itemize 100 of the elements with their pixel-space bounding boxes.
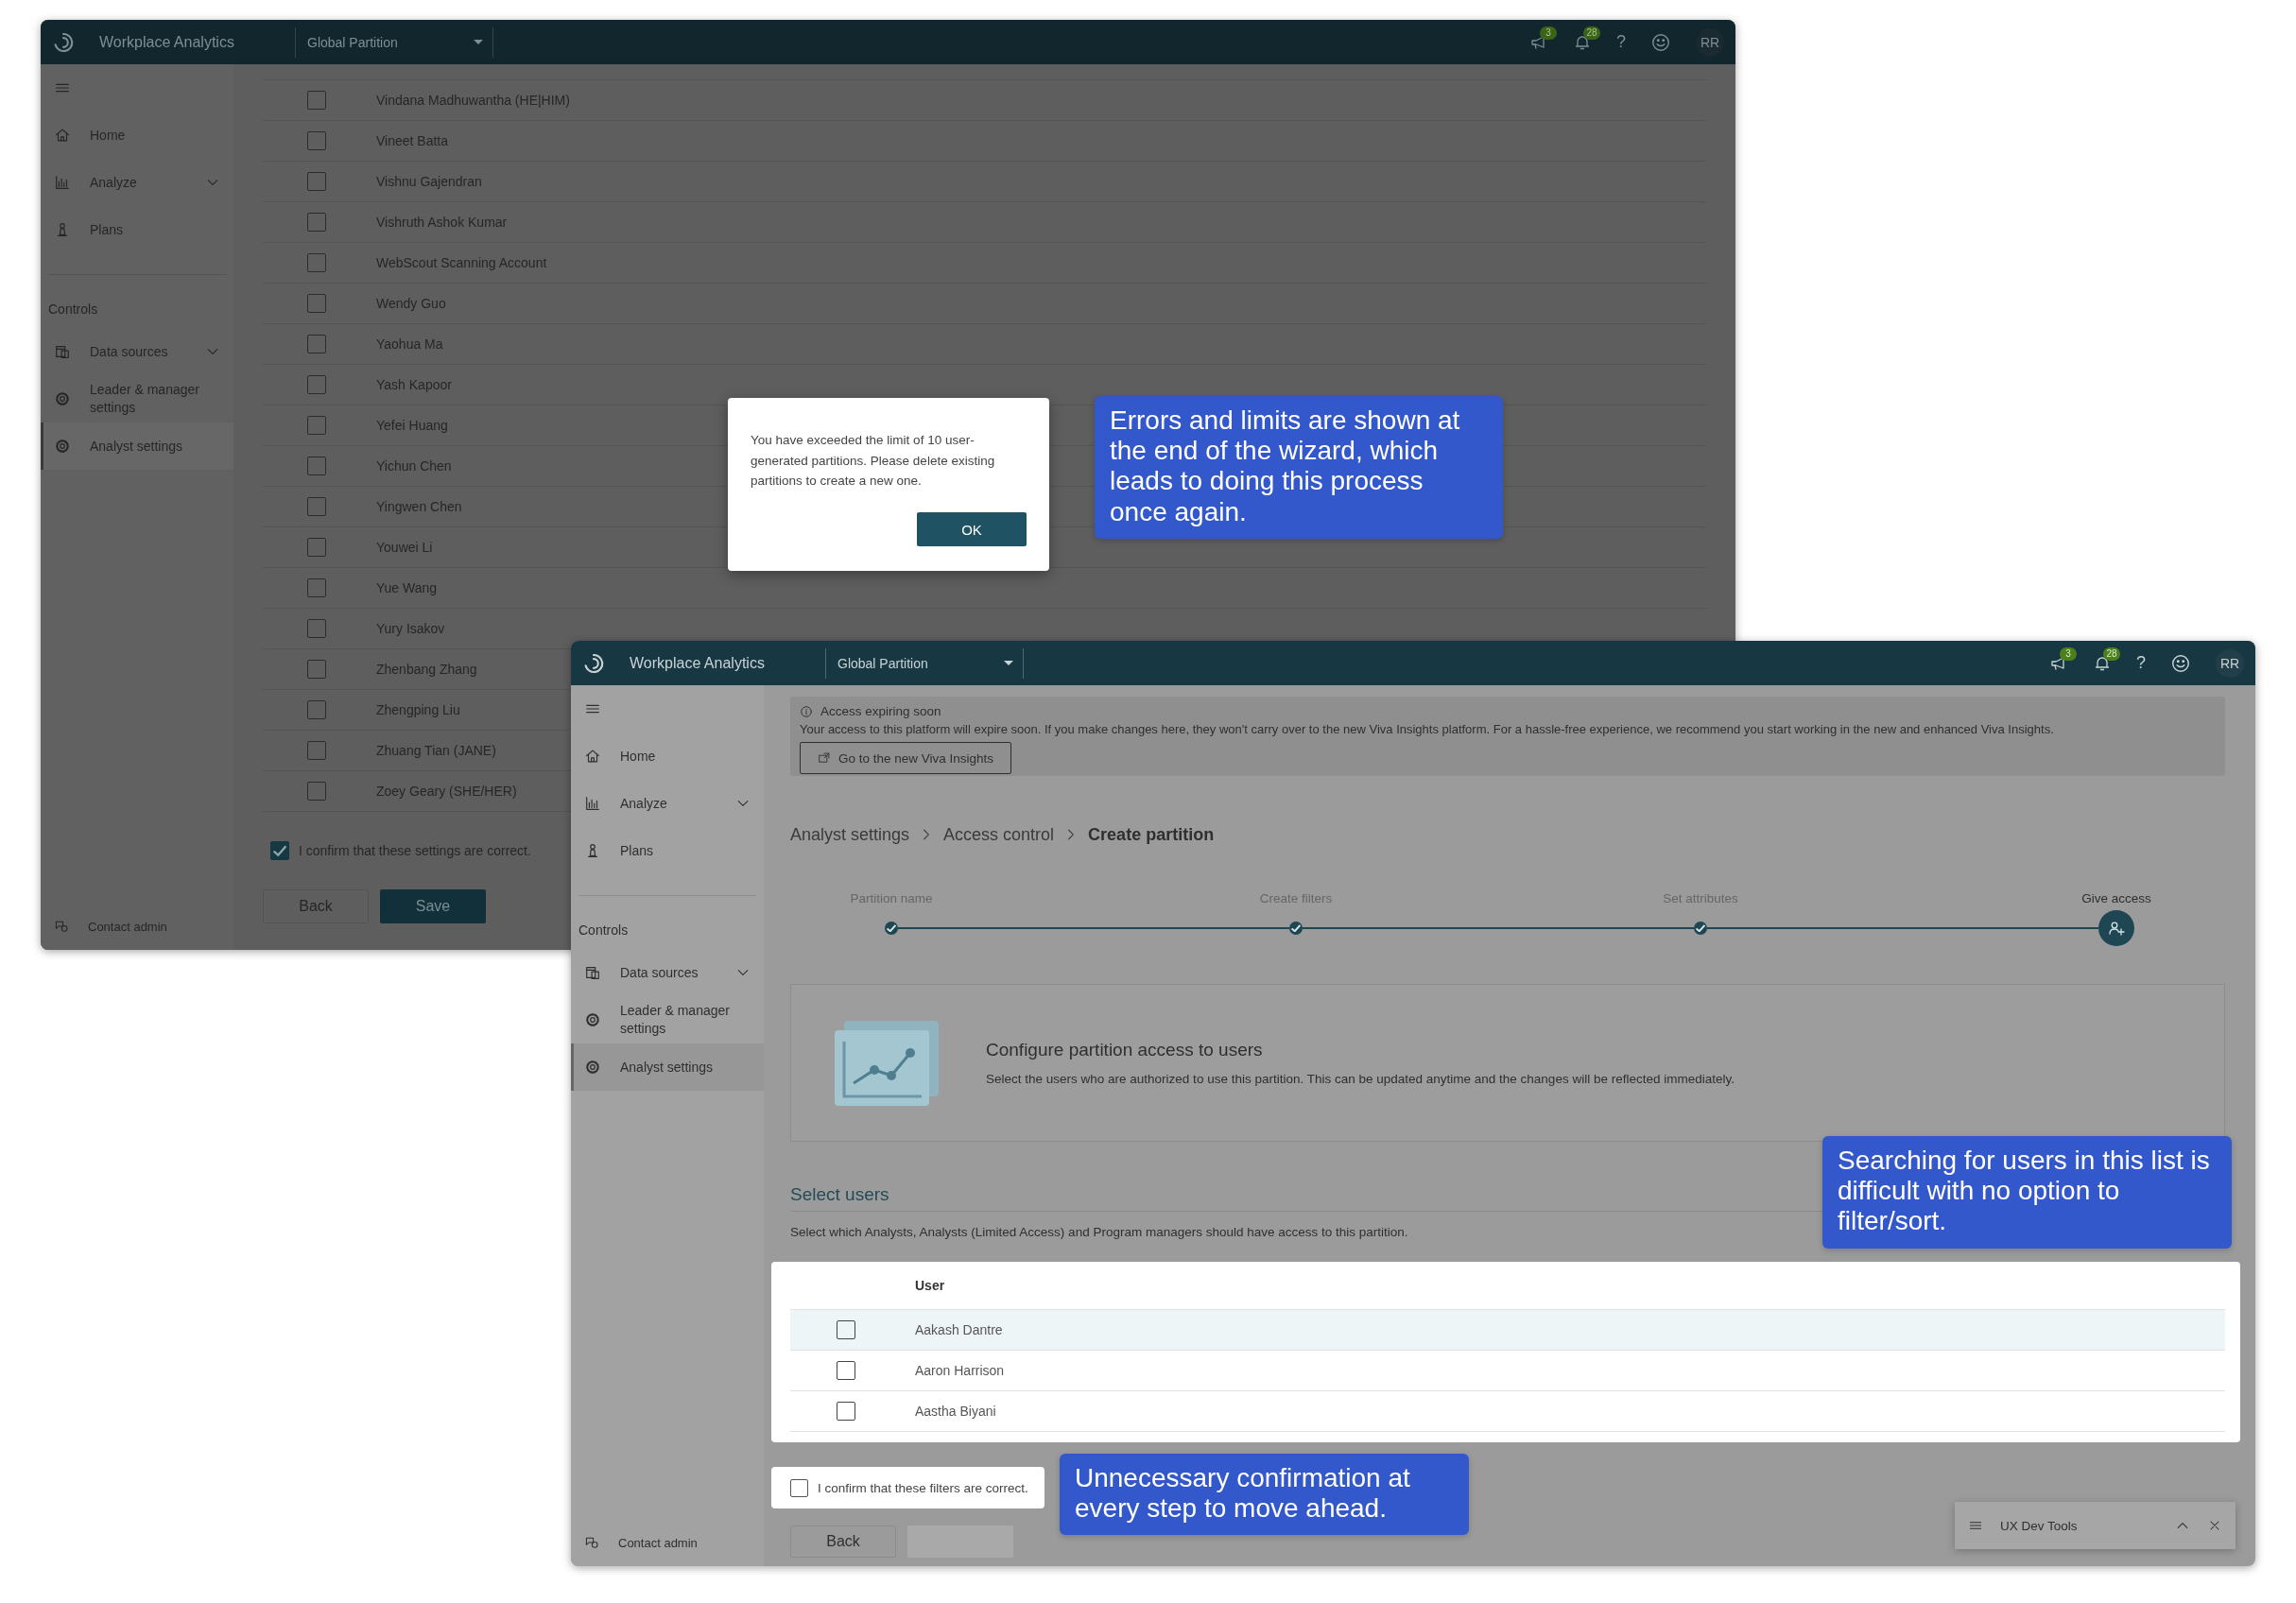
checkbox[interactable] [307,538,326,557]
annotation-callout: Searching for users in this list is difficult with no option to filter/sort. [1822,1136,2232,1249]
help-button[interactable]: ? [1616,32,1626,52]
app-title: Workplace Analytics [630,654,765,672]
annotation-callout: Unnecessary confirmation at every step to move ahead. [1060,1454,1469,1536]
user-name: Aastha Biyani [915,1404,996,1419]
external-link-icon [818,751,831,765]
table-row[interactable]: Aastha Biyani [790,1391,2225,1432]
column-header: User [915,1278,945,1293]
user-name: Youwei Li [376,540,433,555]
sidebar-item[interactable]: Analyst settings [41,422,233,470]
count-badge: 3 [1540,26,1557,40]
app-title: Workplace Analytics [99,33,234,51]
checkbox[interactable] [307,660,326,679]
user-avatar[interactable]: RR [2216,648,2244,678]
documents-icon [584,964,601,981]
sidebar-item[interactable]: Home [571,733,764,780]
checkmark-icon [273,845,286,856]
caret-icon [1004,661,1013,665]
contact-admin-link[interactable]: Contact admin [88,919,167,934]
sidebar-item[interactable]: Analyst settings [571,1043,764,1091]
back-button[interactable]: Back [790,1525,896,1558]
partition-dropdown[interactable]: Global Partition [826,655,1023,671]
table-row[interactable]: Aakash Dantre [790,1310,2225,1351]
checkbox[interactable] [307,131,326,150]
user-name: Vishnu Gajendran [376,174,482,189]
sidebar-item[interactable]: Plans [41,206,233,253]
home-icon [54,127,71,144]
app-logo-icon [52,30,75,54]
section-label: Controls [48,302,98,317]
checkbox[interactable] [307,782,326,801]
annotation-callout: Errors and limits are shown at the end of the wizard, which leads to doing this process once again. [1095,396,1503,539]
checkbox[interactable] [837,1320,855,1339]
user-name: Yingwen Chen [376,499,462,514]
checkbox[interactable] [307,172,326,191]
save-button[interactable]: Save [380,889,486,923]
table-row[interactable]: Aaron Harrison [790,1351,2225,1391]
sidebar-item[interactable]: Data sources [41,328,233,375]
gear-icon [54,390,71,407]
app-logo-icon [582,651,605,675]
panel-title: UX Dev Tools [2000,1518,2079,1533]
sidebar-item[interactable]: Data sources [571,949,764,996]
user-name: Yash Kapoor [376,377,452,392]
sidebar-item[interactable]: Analyze [41,159,233,206]
contact-admin-link[interactable]: Contact admin [618,1535,698,1550]
sidebar-item[interactable]: Home [41,112,233,159]
count-badge: 3 [2060,646,2077,661]
user-name: Yefei Huang [376,418,448,433]
checkbox[interactable] [790,1478,808,1497]
intro-description: Select the users who are authorized to use this partition. This can be updated anytime and the changes will be reflected immediately. [986,1072,1735,1086]
smiley-icon[interactable] [2170,652,2191,674]
user-name: Yury Isakov [376,621,445,636]
user-avatar[interactable]: RR [1696,27,1724,57]
chat-icon [54,919,69,934]
sidebar-item[interactable]: Analyze [571,780,764,827]
checkbox[interactable] [307,91,326,110]
sidebar-item[interactable]: Leader & manager settings [571,996,764,1043]
count-badge: 28 [2103,646,2120,661]
help-button[interactable]: ? [2136,653,2146,673]
checkbox[interactable] [307,700,326,719]
viva-insights-button[interactable]: Go to the new Viva Insights [800,742,1012,774]
checkbox[interactable] [307,294,326,313]
user-name: Zhuang Tian (JANE) [376,743,496,758]
checkbox[interactable] [837,1361,855,1380]
ok-button[interactable]: OK [917,512,1027,546]
checkbox[interactable] [307,375,326,394]
checkbox[interactable] [837,1402,855,1421]
notice-message: Your access to this platform will expire soon. If you make changes here, they won't carry over to the new Viva Insights platform. For a hassle-free experience, we recommend you start working in the new and enhanced Viva Insights. [800,722,2055,736]
checkbox[interactable] [307,457,326,475]
checkbox[interactable] [270,841,289,860]
step-label: Give access [2081,890,2151,905]
sidebar-item[interactable]: Plans [571,827,764,874]
checkbox[interactable] [307,253,326,272]
partition-dropdown[interactable]: Global Partition [296,34,492,50]
user-name: Vineet Batta [376,133,449,148]
user-name: Aakash Dantre [915,1322,1003,1337]
checkbox[interactable] [307,741,326,760]
breadcrumb-link[interactable]: Access control [943,824,1055,845]
chat-icon [584,1535,599,1550]
user-name: WebScout Scanning Account [376,255,547,270]
breadcrumb-link[interactable]: Analyst settings [790,824,910,845]
checkbox[interactable] [307,619,326,638]
count-badge: 28 [1583,26,1600,40]
checkbox[interactable] [307,335,326,353]
user-name: Yichun Chen [376,458,452,474]
breadcrumb-current: Create partition [1088,824,1215,845]
checkbox[interactable] [307,578,326,597]
smiley-icon[interactable] [1650,31,1671,53]
user-name: Yaohua Ma [376,336,443,352]
user-name: Zhenbang Zhang [376,662,477,677]
sidebar-item[interactable]: Leader & manager settings [41,375,233,422]
user-name: Vindana Madhuwantha (HE|HIM) [376,93,570,108]
bar-chart-icon [54,174,71,191]
checkbox[interactable] [307,497,326,516]
bar-chart-icon [584,795,601,812]
checkbox[interactable] [307,213,326,232]
checkbox[interactable] [307,416,326,435]
user-name: Wendy Guo [376,296,446,311]
user-name: Yue Wang [376,580,438,595]
caret-icon [474,40,483,44]
